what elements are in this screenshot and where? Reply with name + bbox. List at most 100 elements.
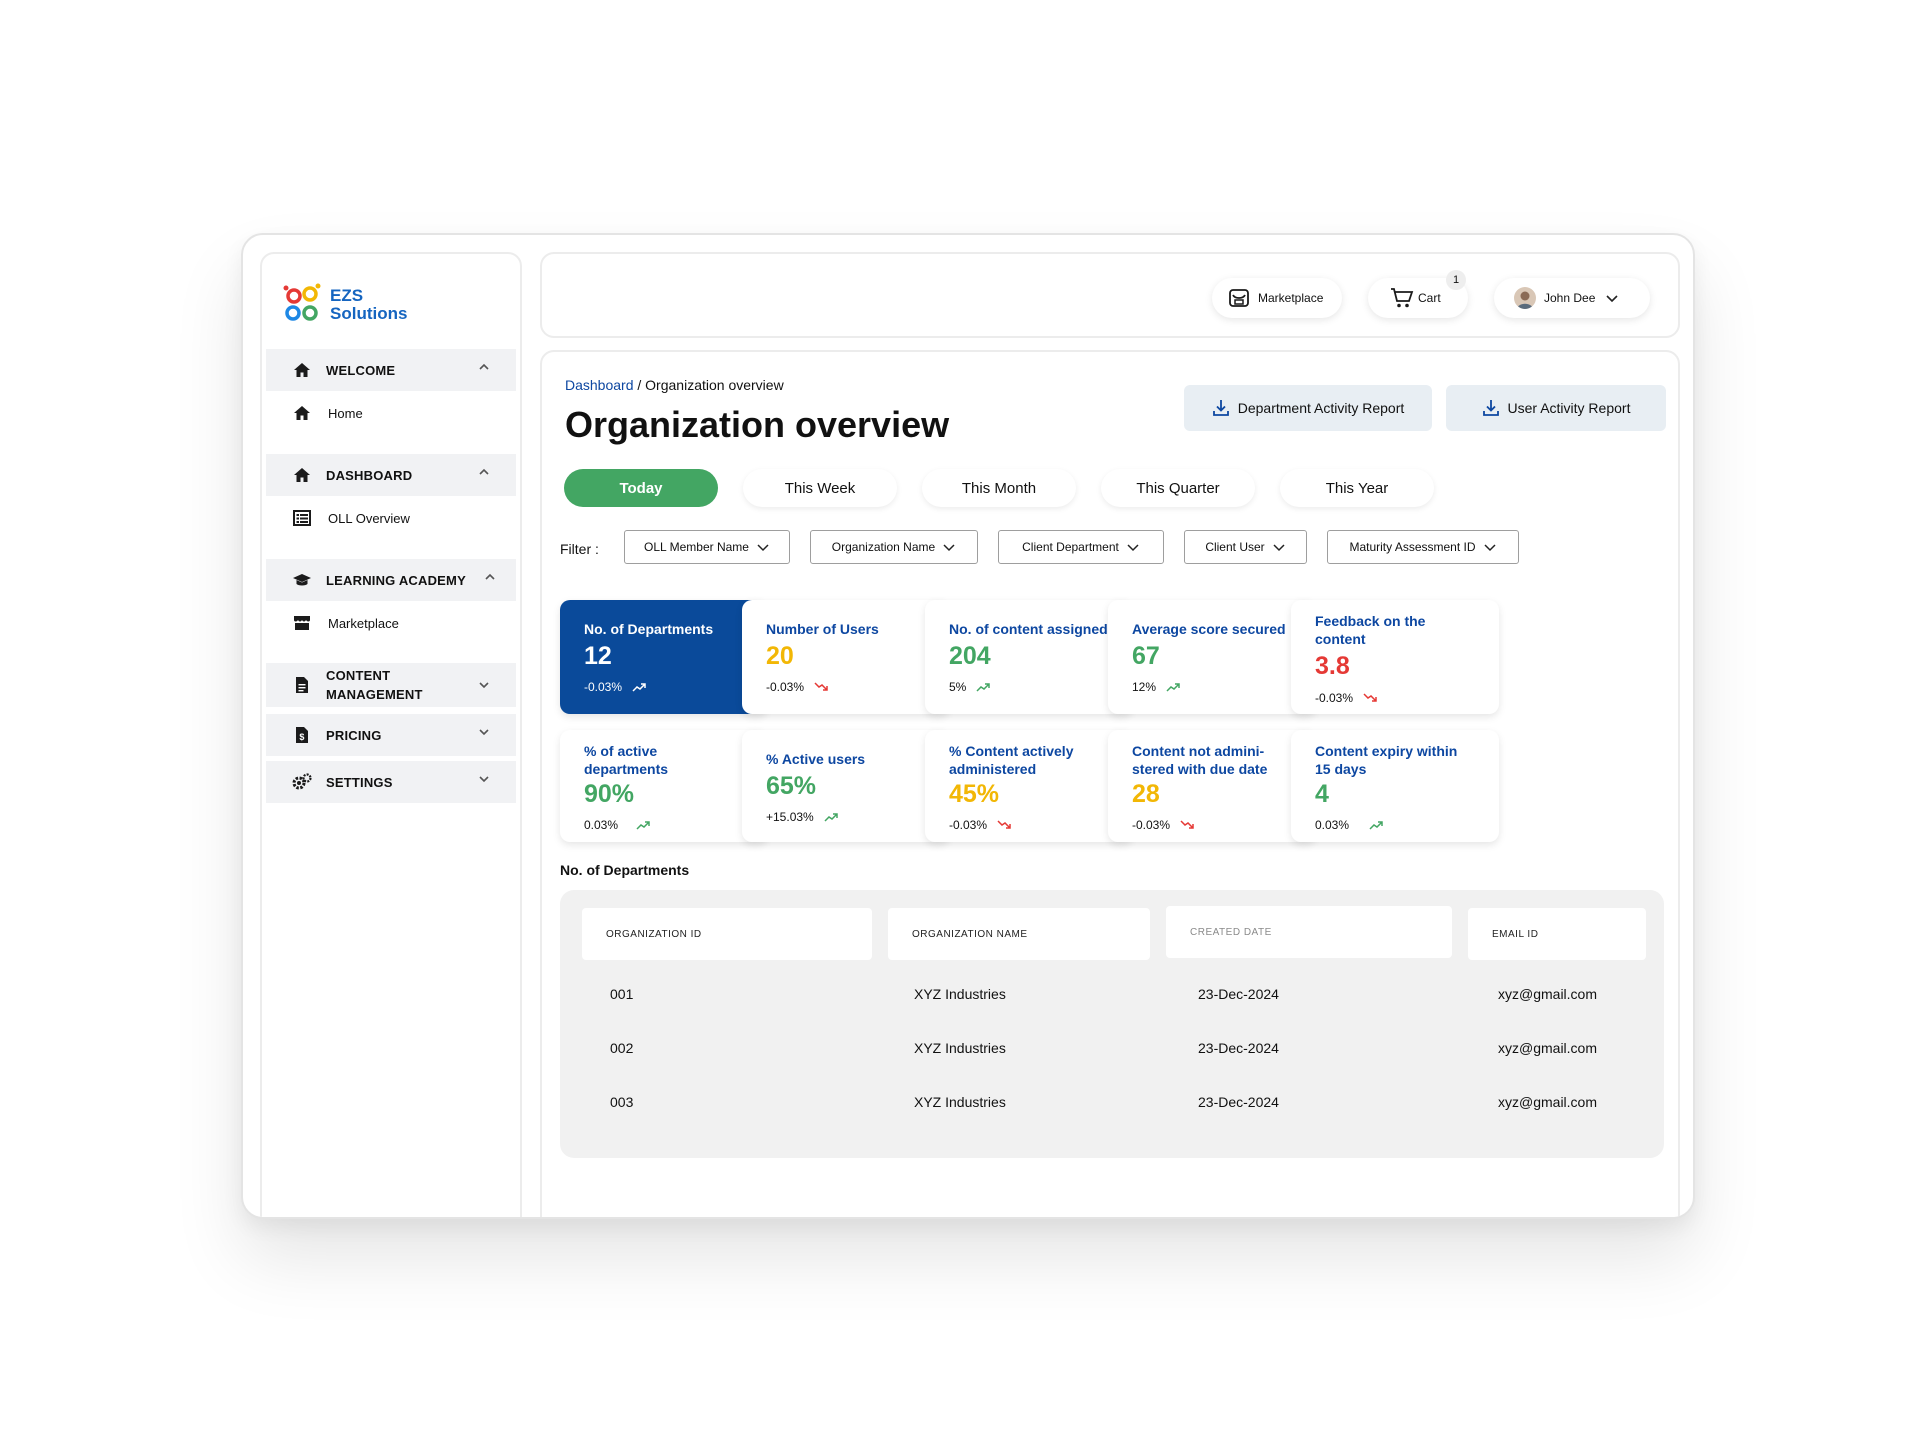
trend-down-icon (1363, 693, 1377, 702)
stat-change-value: -0.03% (584, 680, 623, 694)
sidebar-item-marketplace[interactable]: Marketplace (292, 613, 399, 633)
nav-section-welcome[interactable]: WELCOME (266, 349, 516, 391)
nav-section-learning-academy[interactable]: LEARNING ACADEMY (266, 559, 516, 601)
stat-label: Content not admini- stered with due date (1132, 742, 1267, 778)
sidebar-item-home[interactable]: Home (292, 403, 363, 423)
breadcrumb-current: Organization overview (645, 377, 784, 393)
sidebar-item-label: Home (328, 405, 363, 421)
stat-card-users[interactable]: Number of Users 20 -0.03% (742, 600, 950, 714)
stat-value: 20 (766, 642, 794, 670)
nav-section-label: PRICING (326, 727, 382, 743)
column-header[interactable]: EMAIL ID (1468, 908, 1646, 960)
chevron-down-icon (479, 776, 489, 783)
stat-change: -0.03% (1132, 818, 1194, 832)
user-menu[interactable]: John Dee (1494, 278, 1650, 318)
stat-card-departments[interactable]: No. of Departments 12 -0.03% (560, 600, 768, 714)
stat-value: 90% (584, 780, 635, 808)
stat-label: Average score secured (1132, 621, 1286, 637)
nav-section-dashboard[interactable]: DASHBOARD (266, 454, 516, 496)
stat-card-average-score[interactable]: Average score secured 67 12% (1108, 600, 1316, 714)
nav-section-label: SETTINGS (326, 774, 393, 790)
filter-client-department[interactable]: Client Department (998, 530, 1164, 564)
stat-card-active-users[interactable]: % Active users 65% +15.03% (742, 730, 950, 842)
stat-change: -0.03% (766, 680, 828, 694)
list-icon (292, 508, 312, 528)
nav-section-label-line2: MANAGEMENT (326, 687, 423, 702)
document-icon (292, 675, 312, 695)
stat-label-line2: stered with due date (1132, 761, 1268, 777)
filter-maturity-assessment-id[interactable]: Maturity Assessment ID (1327, 530, 1519, 564)
sidebar-item-oll-overview[interactable]: OLL Overview (292, 508, 410, 528)
home-icon (292, 465, 312, 485)
stat-change-value: 0.03% (1315, 818, 1350, 832)
breadcrumb-dashboard-link[interactable]: Dashboard (565, 377, 634, 393)
stat-value: 45% (949, 780, 1000, 808)
stat-change: 5% (949, 680, 991, 694)
page-title: Organization overview (565, 404, 950, 445)
sidebar-item-label: Marketplace (328, 615, 399, 631)
department-activity-report-button[interactable]: Department Activity Report (1184, 385, 1432, 431)
home-icon (292, 403, 312, 423)
download-icon (1482, 400, 1499, 416)
trend-up-icon (1369, 821, 1383, 830)
tab-today[interactable]: Today (564, 469, 718, 507)
stat-value: 204 (949, 642, 991, 670)
filter-oll-member-name[interactable]: OLL Member Name (624, 530, 790, 564)
table-cell-id: 002 (610, 1040, 634, 1056)
stat-change-value: 5% (949, 680, 967, 694)
table-cell-email: xyz@gmail.com (1498, 986, 1598, 1002)
home-icon (292, 360, 312, 380)
tab-this-week[interactable]: This Week (743, 469, 897, 507)
stat-change-value: -0.03% (766, 680, 805, 694)
stat-card-content-administered[interactable]: % Content actively administered 45% -0.0… (925, 730, 1133, 842)
table-cell-name: XYZ Industries (914, 986, 1006, 1002)
cart-icon (1391, 288, 1414, 308)
nav-section-settings[interactable]: SETTINGS (266, 761, 516, 803)
stat-change-value: +15.03% (766, 810, 814, 824)
nav-section-pricing[interactable]: $ PRICING (266, 714, 516, 756)
trend-up-icon (636, 821, 650, 830)
stat-label-line1: % of active (584, 743, 658, 759)
stat-change: -0.03% (584, 680, 646, 694)
chevron-down-icon (757, 543, 769, 551)
brand-name-line2: Solutions (330, 304, 408, 323)
tab-this-year[interactable]: This Year (1280, 469, 1434, 507)
marketplace-icon (1229, 289, 1249, 307)
nav-section-content-management[interactable]: CONTENT MANAGEMENT (266, 663, 516, 707)
stat-change: 0.03% (1315, 818, 1383, 832)
ezs-logo-icon (283, 283, 321, 321)
stat-card-content-assigned[interactable]: No. of content assigned 204 5% (925, 600, 1133, 714)
stat-label: No. of Departments (584, 621, 714, 637)
tab-this-quarter[interactable]: This Quarter (1101, 469, 1255, 507)
chevron-down-icon (1606, 294, 1618, 302)
column-header[interactable]: CREATED DATE (1166, 906, 1452, 958)
table-cell-name: XYZ Industries (914, 1040, 1006, 1056)
stat-card-content-not-administered[interactable]: Content not admini- stered with due date… (1108, 730, 1316, 842)
stat-label: No. of content assigned (949, 621, 1108, 637)
section-title: No. of Departments (560, 862, 690, 878)
filter-organization-name[interactable]: Organization Name (810, 530, 978, 564)
stat-card-feedback[interactable]: Feedback on the content 3.8 -0.03% (1291, 600, 1499, 714)
column-header[interactable]: ORGANIZATION ID (582, 908, 872, 960)
user-activity-report-button[interactable]: User Activity Report (1446, 385, 1666, 431)
marketplace-label: Marketplace (1258, 291, 1324, 305)
stat-card-content-expiry[interactable]: Content expiry within 15 days 4 0.03% (1291, 730, 1499, 842)
table-cell-email: xyz@gmail.com (1498, 1094, 1598, 1110)
top-bar: Marketplace Cart 1 John Dee (540, 252, 1680, 338)
stat-change-value: -0.03% (949, 818, 988, 832)
column-header[interactable]: ORGANIZATION NAME (888, 908, 1150, 960)
nav-section-label: LEARNING ACADEMY (326, 572, 466, 588)
filter-client-user[interactable]: Client User (1184, 530, 1307, 564)
trend-up-icon (976, 683, 991, 692)
stat-label-line1: Feedback on the (1315, 613, 1426, 629)
app-window: EZS Solutions WELCOME Home DASHBOARD OLL… (241, 233, 1695, 1219)
marketplace-button[interactable]: Marketplace (1212, 278, 1342, 318)
cart-label: Cart (1418, 291, 1441, 305)
tab-this-month[interactable]: This Month (922, 469, 1076, 507)
stat-label-line2: departments (584, 761, 669, 777)
stat-value: 65% (766, 772, 817, 800)
stat-card-active-departments[interactable]: % of active departments 90% 0.03% (560, 730, 768, 842)
cart-button[interactable]: Cart 1 (1368, 270, 1468, 318)
brand-logo[interactable]: EZS Solutions (282, 282, 407, 328)
button-label: User Activity Report (1507, 400, 1631, 416)
